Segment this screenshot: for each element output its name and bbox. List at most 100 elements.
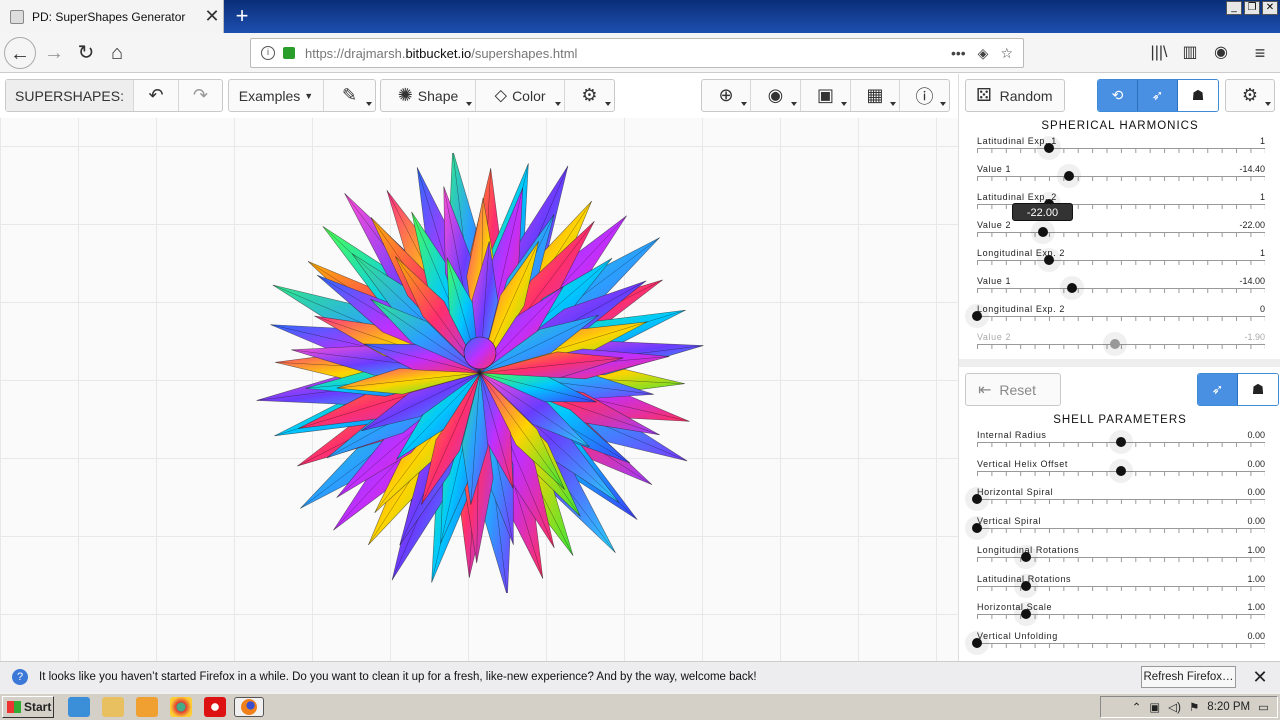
back-button[interactable]: ← [4, 37, 36, 69]
minimize-button[interactable]: _ [1226, 1, 1242, 15]
shape-core [463, 336, 497, 370]
orbit-icon: ⟲ [1111, 87, 1124, 103]
lock-icon [283, 47, 295, 59]
app-toolbar: SUPERSHAPES: ↶ ↷ Examples ▼ ✎ ✺ Shape ⬦ Col… [0, 74, 958, 118]
menu-icon[interactable]: ≡ [1244, 37, 1276, 69]
shape-button[interactable]: ✺ Shape [381, 80, 476, 111]
library-icon[interactable]: |||\ [1143, 37, 1175, 69]
page-actions-icon[interactable]: ••• [951, 45, 966, 62]
show-desktop-icon[interactable]: ▭ [1258, 700, 1269, 714]
settings-button[interactable]: ⚙ [565, 80, 614, 111]
color-button[interactable]: ⬦ Color [476, 80, 565, 111]
slider-handle[interactable] [972, 311, 982, 321]
taskbar: Start ⌃ ▣ ◁) ⚑ 8:20 PM ▭ [0, 692, 1280, 720]
slider-row: Latitudinal Rotations 1.00 [977, 574, 1265, 602]
volume-icon[interactable]: ◁) [1168, 700, 1181, 714]
info-icon[interactable]: i [261, 46, 275, 60]
slider-value: 1 [1259, 136, 1265, 146]
slider-value: 1.00 [1247, 602, 1265, 613]
3d-viewport[interactable] [0, 118, 958, 661]
start-button[interactable]: Start [2, 696, 54, 718]
slider-ticks [977, 317, 1265, 321]
slider-handle[interactable] [1020, 551, 1031, 562]
media-player-icon[interactable] [136, 697, 158, 717]
orbit-mode-button[interactable]: ⟲ [1098, 80, 1138, 111]
slider-value: -14.00 [1239, 276, 1265, 286]
display-button[interactable]: ▣ [801, 80, 851, 111]
slider-handle[interactable] [1044, 143, 1054, 153]
shell-fast-button[interactable]: ➶ [1198, 374, 1238, 405]
info-button[interactable]: ⓘ [900, 80, 949, 111]
question-icon: ? [12, 669, 28, 685]
hare-icon: ➶ [1151, 87, 1164, 103]
new-tab-button[interactable]: + [231, 3, 253, 29]
slider-handle[interactable] [1067, 283, 1078, 293]
restore-button[interactable]: ❐ [1244, 1, 1260, 15]
slider-value: 0.00 [1247, 516, 1265, 527]
slider-label: Value 2 [977, 332, 1012, 342]
hare-icon: ➶ [1211, 381, 1224, 397]
slider-handle[interactable] [1020, 580, 1031, 591]
window-controls: _ ❐ ✕ [1226, 1, 1278, 15]
bookmark-star-icon[interactable]: ☆ [1000, 45, 1013, 62]
fast-mode-button[interactable]: ➶ [1138, 80, 1178, 111]
forward-button[interactable]: → [38, 37, 70, 69]
sidebar-icon[interactable]: ▥ [1174, 37, 1206, 69]
mesh-button[interactable]: ▦ [851, 80, 900, 111]
slider-ticks [977, 289, 1265, 293]
tab-title: PD: SuperShapes Generator [32, 9, 186, 24]
account-icon[interactable]: ◉ [1205, 37, 1237, 69]
eye-icon: ◉ [767, 85, 784, 105]
shell-speed-toggle: ➶ ☗ [1197, 373, 1279, 406]
slider-row: Longitudinal Exp. 21 [977, 248, 1265, 276]
slider-label: Internal Radius [977, 430, 1047, 440]
clock: 8:20 PM [1207, 701, 1251, 713]
center-view-button[interactable]: ⊕ [702, 80, 751, 111]
opera-icon[interactable] [204, 697, 226, 717]
undo-button[interactable]: ↶ [134, 80, 179, 111]
redo-button[interactable]: ↷ [179, 80, 222, 111]
slider-handle[interactable] [1044, 255, 1054, 265]
examples-dropdown[interactable]: Examples ▼ [229, 80, 324, 111]
slider-label: Horizontal Spiral [977, 487, 1054, 498]
color-label: Color [512, 87, 546, 104]
close-notification-icon[interactable]: ✕ [1250, 667, 1270, 688]
supershape-render[interactable] [250, 153, 710, 593]
network-icon[interactable]: ▣ [1149, 700, 1160, 714]
browser-tab[interactable]: PD: SuperShapes Generator ✕ [0, 0, 224, 33]
view-button[interactable]: ◉ [751, 80, 801, 111]
edit-tools-button[interactable]: ✎ [324, 80, 375, 111]
animation-mode-toggle: ⟲ ➶ ☗ [1097, 79, 1219, 112]
turtle-icon: ☗ [1191, 87, 1205, 103]
chrome-icon[interactable] [170, 697, 192, 717]
url-bar[interactable]: i https://drajmarsh.bitbucket.io/supersh… [250, 38, 1024, 68]
slider-label: Value 1 [977, 164, 1012, 174]
home-button[interactable]: ⌂ [101, 37, 133, 69]
slider-handle[interactable] [1116, 465, 1126, 476]
slider-value-tooltip: -22.00 [1012, 203, 1073, 221]
folder-icon[interactable] [102, 697, 124, 717]
close-tab-icon[interactable]: ✕ [201, 6, 223, 27]
slider-handle[interactable] [1116, 437, 1126, 447]
close-window-button[interactable]: ✕ [1262, 1, 1278, 15]
refresh-firefox-button[interactable]: Refresh Firefox… [1141, 666, 1236, 688]
slider-handle[interactable] [972, 637, 982, 648]
firefox-taskbar-button[interactable] [234, 697, 264, 717]
reload-button[interactable]: ↻ [70, 37, 102, 69]
tray-arrow-icon[interactable]: ⌃ [1132, 700, 1142, 714]
reset-button[interactable]: ⇤ Reset [965, 373, 1061, 406]
url-text[interactable]: https://drajmarsh.bitbucket.io/supershap… [305, 46, 951, 61]
flag-icon[interactable]: ⚑ [1189, 700, 1199, 714]
ie-icon[interactable] [68, 697, 90, 717]
shell-slow-button[interactable]: ☗ [1238, 374, 1278, 405]
slider-row: Horizontal Scale 1.00 [977, 602, 1265, 630]
slow-mode-button[interactable]: ☗ [1178, 80, 1218, 111]
random-button[interactable]: ⚄ Random [965, 79, 1065, 112]
shell-parameters-title: SHELL PARAMETERS [1053, 414, 1187, 426]
pocket-icon[interactable]: ◈ [978, 45, 989, 62]
chevron-down-icon: ▼ [304, 90, 314, 101]
slider-value: 0.00 [1247, 430, 1265, 440]
panel-settings-button[interactable]: ⚙ [1225, 79, 1275, 112]
turtle-icon: ☗ [1251, 381, 1265, 397]
slider-value: 1.00 [1247, 573, 1265, 584]
